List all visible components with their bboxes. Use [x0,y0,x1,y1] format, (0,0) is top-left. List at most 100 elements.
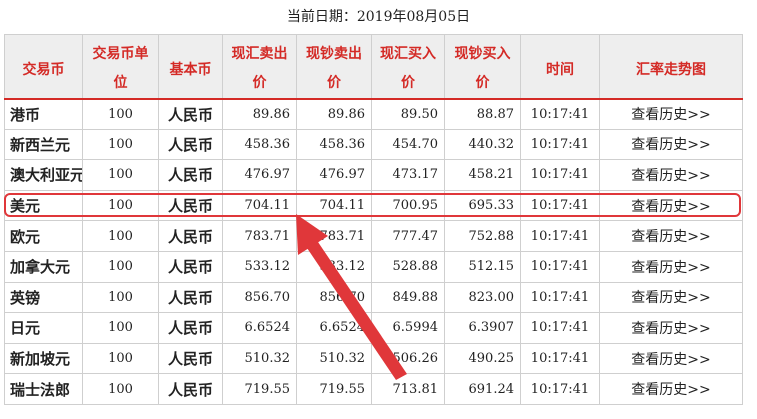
view-history-link[interactable]: 查看历史>> [599,312,743,344]
time-cell: 10:17:41 [520,220,600,252]
cash-sell-cell: 510.32 [296,342,372,375]
header-cash-buy: 现钞买入价 [444,34,521,100]
base-currency-cell: 人民币 [158,373,223,405]
header-base-currency: 基本币 [158,34,223,100]
cash-buy-cell: 695.33 [444,189,521,222]
base-currency-cell: 人民币 [158,342,223,375]
spot-buy-cell: 454.70 [371,128,445,161]
cash-sell-cell: 533.12 [296,250,372,283]
cash-buy-cell: 823.00 [444,281,521,314]
view-history-link[interactable]: 查看历史>> [599,189,743,222]
spot-buy-cell: 777.47 [371,220,445,252]
table-row: 日元 100 人民币 6.6524 6.6524 6.5994 6.3907 10:17:41… [4,312,743,344]
table-row: 澳大利亚元 100 人民币 476.97 476.97 473.17 458.21 10:17… [4,159,743,191]
spot-buy-cell: 473.17 [371,159,445,191]
base-currency-cell: 人民币 [158,128,223,161]
time-cell: 10:17:41 [520,128,600,161]
currency-name: 澳大利亚元 [4,159,83,191]
currency-name: 美元 [4,189,83,222]
header-currency: 交易币 [4,34,83,100]
cash-sell-cell: 856.70 [296,281,372,314]
view-history-link[interactable]: 查看历史>> [599,220,743,252]
unit-cell: 100 [82,159,159,191]
table-row: 港币 100 人民币 89.86 89.86 89.50 88.87 10:17:41 查看历史… [4,98,743,130]
time-cell: 10:17:41 [520,250,600,283]
spot-sell-cell: 704.11 [222,189,297,222]
spot-sell-cell: 533.12 [222,250,297,283]
view-history-link[interactable]: 查看历史>> [599,342,743,375]
cash-buy-cell: 6.3907 [444,312,521,344]
cash-buy-cell: 512.15 [444,250,521,283]
spot-sell-cell: 89.86 [222,98,297,130]
time-cell: 10:17:41 [520,342,600,375]
currency-name: 欧元 [4,220,83,252]
view-history-link[interactable]: 查看历史>> [599,250,743,283]
unit-cell: 100 [82,342,159,375]
spot-buy-cell: 506.26 [371,342,445,375]
time-cell: 10:17:41 [520,373,600,405]
currency-name: 英镑 [4,281,83,314]
cash-buy-cell: 691.24 [444,373,521,405]
spot-buy-cell: 6.5994 [371,312,445,344]
currency-name: 日元 [4,312,83,344]
base-currency-cell: 人民币 [158,250,223,283]
spot-sell-cell: 783.71 [222,220,297,252]
cash-sell-cell: 704.11 [296,189,372,222]
table-row: 英镑 100 人民币 856.70 856.70 849.88 823.00 10:17:41… [4,281,743,314]
spot-sell-cell: 476.97 [222,159,297,191]
time-cell: 10:17:41 [520,281,600,314]
table-body: 港币 100 人民币 89.86 89.86 89.50 88.87 10:17:41 查看历史… [4,98,743,405]
view-history-link[interactable]: 查看历史>> [599,128,743,161]
currency-name: 瑞士法郎 [4,373,83,405]
table-row: 美元 100 人民币 704.11 704.11 700.95 695.33 10:17:41… [4,189,743,222]
base-currency-cell: 人民币 [158,98,223,130]
view-history-link[interactable]: 查看历史>> [599,281,743,314]
spot-buy-cell: 713.81 [371,373,445,405]
base-currency-cell: 人民币 [158,312,223,344]
header-spot-sell: 现汇卖出价 [222,34,297,100]
spot-sell-cell: 719.55 [222,373,297,405]
unit-cell: 100 [82,281,159,314]
cash-sell-cell: 719.55 [296,373,372,405]
currency-name: 加拿大元 [4,250,83,283]
cash-buy-cell: 440.32 [444,128,521,161]
cash-sell-cell: 476.97 [296,159,372,191]
currency-name: 港币 [4,98,83,130]
unit-cell: 100 [82,312,159,344]
unit-cell: 100 [82,220,159,252]
view-history-link[interactable]: 查看历史>> [599,373,743,405]
cash-sell-cell: 6.6524 [296,312,372,344]
base-currency-cell: 人民币 [158,189,223,222]
header-spot-buy: 现汇买入价 [371,34,445,100]
view-history-link[interactable]: 查看历史>> [599,159,743,191]
unit-cell: 100 [82,128,159,161]
spot-sell-cell: 510.32 [222,342,297,375]
time-cell: 10:17:41 [520,159,600,191]
table-row: 瑞士法郎 100 人民币 719.55 719.55 713.81 691.24 10:17:… [4,373,743,405]
spot-buy-cell: 700.95 [371,189,445,222]
spot-buy-cell: 849.88 [371,281,445,314]
unit-cell: 100 [82,189,159,222]
cash-buy-cell: 752.88 [444,220,521,252]
header-trend-chart: 汇率走势图 [599,34,743,100]
header-unit: 交易币单位 [82,34,159,100]
header-time: 时间 [520,34,600,100]
cash-sell-cell: 89.86 [296,98,372,130]
exchange-rate-table: 交易币 交易币单位 基本币 现汇卖出价 现钞卖出价 现汇买入价 现钞买入价 时间… [4,34,743,405]
unit-cell: 100 [82,98,159,130]
time-cell: 10:17:41 [520,312,600,344]
unit-cell: 100 [82,373,159,405]
header-cash-sell: 现钞卖出价 [296,34,372,100]
base-currency-cell: 人民币 [158,159,223,191]
table-row: 加拿大元 100 人民币 533.12 533.12 528.88 512.15 10:17:… [4,250,743,283]
spot-buy-cell: 528.88 [371,250,445,283]
table-row: 新加坡元 100 人民币 510.32 510.32 506.26 490.25 10:17:… [4,342,743,375]
unit-cell: 100 [82,250,159,283]
spot-sell-cell: 458.36 [222,128,297,161]
spot-sell-cell: 6.6524 [222,312,297,344]
table-row: 新西兰元 100 人民币 458.36 458.36 454.70 440.32 10:17:… [4,128,743,161]
currency-name: 新西兰元 [4,128,83,161]
cash-buy-cell: 490.25 [444,342,521,375]
base-currency-cell: 人民币 [158,281,223,314]
view-history-link[interactable]: 查看历史>> [599,98,743,130]
